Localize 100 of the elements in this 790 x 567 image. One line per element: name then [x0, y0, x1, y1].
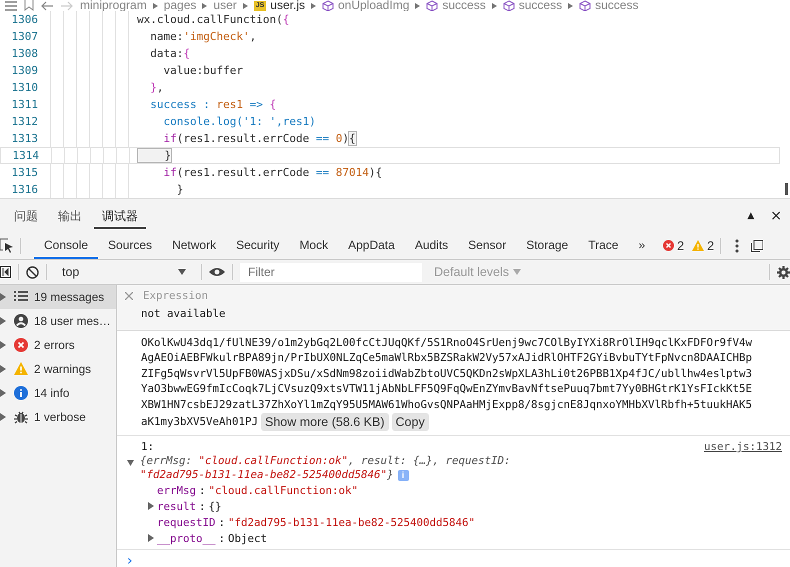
line-number: 1314: [12, 149, 39, 162]
close-icon[interactable]: [125, 292, 133, 300]
context-select[interactable]: top: [54, 262, 194, 282]
sidebar-toggle-icon[interactable]: [0, 266, 11, 278]
expand-arrow-icon[interactable]: [0, 389, 6, 397]
expand-arrow-icon[interactable]: [0, 341, 6, 349]
devtools-tab[interactable]: Sources: [98, 232, 162, 259]
info-badge: i: [398, 470, 409, 481]
line-number: 1310: [10, 81, 38, 94]
devtools-tab[interactable]: Security: [226, 232, 290, 259]
menu-icon[interactable]: [4, 0, 18, 10]
expand-arrow-icon[interactable]: [0, 365, 6, 373]
devtools-tab[interactable]: AppData: [338, 232, 405, 259]
property-colon: :: [199, 500, 206, 513]
console-prompt[interactable]: ›: [117, 550, 790, 567]
log-text-line: YaO3bwwEG9fmIcCoqk7LjCVsuzQ9xtsVTW11jAbNbLFF5Q9FqQwEnZYmvBavNftsePuuq7bmt7Yy0BHGtrK1YsFIckKt5E: [141, 381, 754, 397]
caret-icon: [178, 269, 186, 275]
devtools-tab[interactable]: Mock: [289, 232, 338, 259]
show-more-button[interactable]: Show more (58.6 KB): [261, 413, 389, 432]
property-key: result: [157, 500, 196, 513]
cube-icon: [322, 0, 334, 12]
cube-icon: [502, 0, 515, 12]
code-line: }: [138, 147, 779, 164]
expand-arrow-icon[interactable]: [0, 317, 6, 325]
back-arrow-icon[interactable]: [40, 0, 54, 10]
breadcrumb-item[interactable]: success: [518, 0, 562, 11]
devtools-tab[interactable]: Network: [162, 232, 226, 259]
log-text-line: OKolKwU43dq1/fUlNE39/o1m2ybGq2L00fcCtJUqQKf/5S1RnoO4SrUenj9wc7COlByIYXi8RrOlIH9qclKxFDFOr9fV4w: [141, 335, 754, 350]
devtools-tab[interactable]: Trace: [578, 232, 628, 259]
panel-tab[interactable]: 输出: [50, 202, 90, 228]
info-icon: [14, 386, 28, 400]
bookmark-icon[interactable]: [24, 0, 34, 11]
property-colon: :: [218, 516, 226, 529]
clear-console-icon[interactable]: [26, 266, 39, 278]
error-count[interactable]: 2: [677, 238, 684, 252]
line-number: 1315: [10, 166, 38, 179]
maximize-button[interactable]: ▲: [739, 210, 762, 220]
breadcrumb-item[interactable]: user.js: [270, 0, 305, 11]
code-line: value:buffer: [162, 63, 244, 79]
breadcrumb-item[interactable]: onUploadImg: [338, 0, 410, 11]
log-text-line: aK1my3bXV5VeAh01PJ: [141, 414, 258, 430]
expand-arrow-icon[interactable]: [147, 534, 154, 542]
object-preview[interactable]: {errMsg: "cloud.callFunction:ok", result: {…}, requestID: "fd2ad795-b131-11ea-be82-525400dd5846"} i: [140, 454, 555, 482]
code-line: wx.cloud.callFunction({: [137, 12, 290, 28]
code-line: if(res1.result.errCode == 0){: [162, 131, 357, 147]
sidebar-item[interactable]: 14 info: [0, 381, 116, 405]
devtools-tab[interactable]: Storage: [516, 232, 578, 259]
breadcrumb-item[interactable]: success: [595, 0, 638, 11]
devtools-tab[interactable]: Audits: [404, 232, 458, 259]
panel-tab[interactable]: 问题: [6, 202, 46, 228]
code-line: if(res1.result.errCode == 87014){: [162, 165, 384, 181]
log-text-line: AgAEOiAEBFWkulrBPA89jn/PrIbUX0NLZqCe5maWlRbx5BZSRakW2Vy57xAJidRlOHTF2GYiBvbuTYtFpNvcn8DAAICHBp: [141, 350, 754, 366]
sidebar-item[interactable]: 2 warnings: [0, 357, 116, 381]
dock-icon[interactable]: [751, 240, 764, 252]
expand-arrow-icon[interactable]: [127, 459, 134, 468]
breadcrumb-item[interactable]: pages: [164, 0, 196, 11]
source-link[interactable]: user.js:1312: [704, 439, 782, 454]
property-colon: :: [199, 484, 206, 497]
sidebar-item[interactable]: 19 messages: [0, 285, 116, 309]
breadcrumb-item[interactable]: user: [213, 0, 237, 11]
filter-field[interactable]: Filter: [240, 262, 422, 282]
expand-arrow-icon[interactable]: [147, 502, 154, 510]
line-number: 1306: [10, 13, 38, 26]
settings-icon[interactable]: [777, 266, 790, 278]
error-icon: [663, 240, 674, 251]
property-key: errMsg: [157, 484, 196, 497]
inspect-element-icon[interactable]: [0, 238, 14, 254]
property-value: "fd2ad795-b131-11ea-be82-525400dd5846": [228, 516, 476, 529]
sidebar-item[interactable]: 18 user mes…: [0, 309, 116, 333]
eye-icon[interactable]: [209, 267, 225, 277]
more-options-icon[interactable]: [735, 238, 740, 252]
property-colon: :: [218, 532, 226, 545]
copy-button[interactable]: Copy: [392, 413, 429, 432]
code-line: }: [176, 182, 184, 198]
property-value: "cloud.callFunction:ok": [208, 484, 358, 497]
code-line: },: [149, 80, 164, 96]
code-line: name:'imgCheck',: [149, 29, 258, 45]
breadcrumb-item[interactable]: success: [442, 0, 486, 11]
breadcrumb-item[interactable]: miniprogram: [80, 0, 147, 11]
code-line: console.log('1: ',res1): [162, 114, 317, 130]
panel-tab[interactable]: 调试器: [94, 202, 146, 228]
list-icon: [14, 290, 28, 304]
more-tabs-button[interactable]: »: [628, 232, 656, 259]
close-button[interactable]: ×: [762, 208, 790, 224]
sidebar-item[interactable]: 1 verbose: [0, 405, 116, 429]
scrollbar-thumb[interactable]: [785, 183, 788, 195]
chevron-icon: [568, 2, 574, 10]
property-value: Object: [228, 532, 268, 545]
expand-arrow-icon[interactable]: [0, 413, 6, 421]
warning-count[interactable]: 2: [707, 238, 714, 252]
chevron-icon: [242, 2, 248, 10]
line-number: 1312: [10, 115, 38, 128]
expand-arrow-icon[interactable]: [0, 293, 6, 301]
devtools-tab[interactable]: Sensor: [458, 232, 516, 259]
sidebar-item[interactable]: 2 errors: [0, 333, 116, 357]
chevron-icon: [492, 2, 497, 10]
caret-icon: [513, 269, 522, 275]
user-icon: [14, 314, 28, 328]
cube-icon: [579, 0, 592, 12]
property-key: __proto__: [157, 532, 216, 545]
